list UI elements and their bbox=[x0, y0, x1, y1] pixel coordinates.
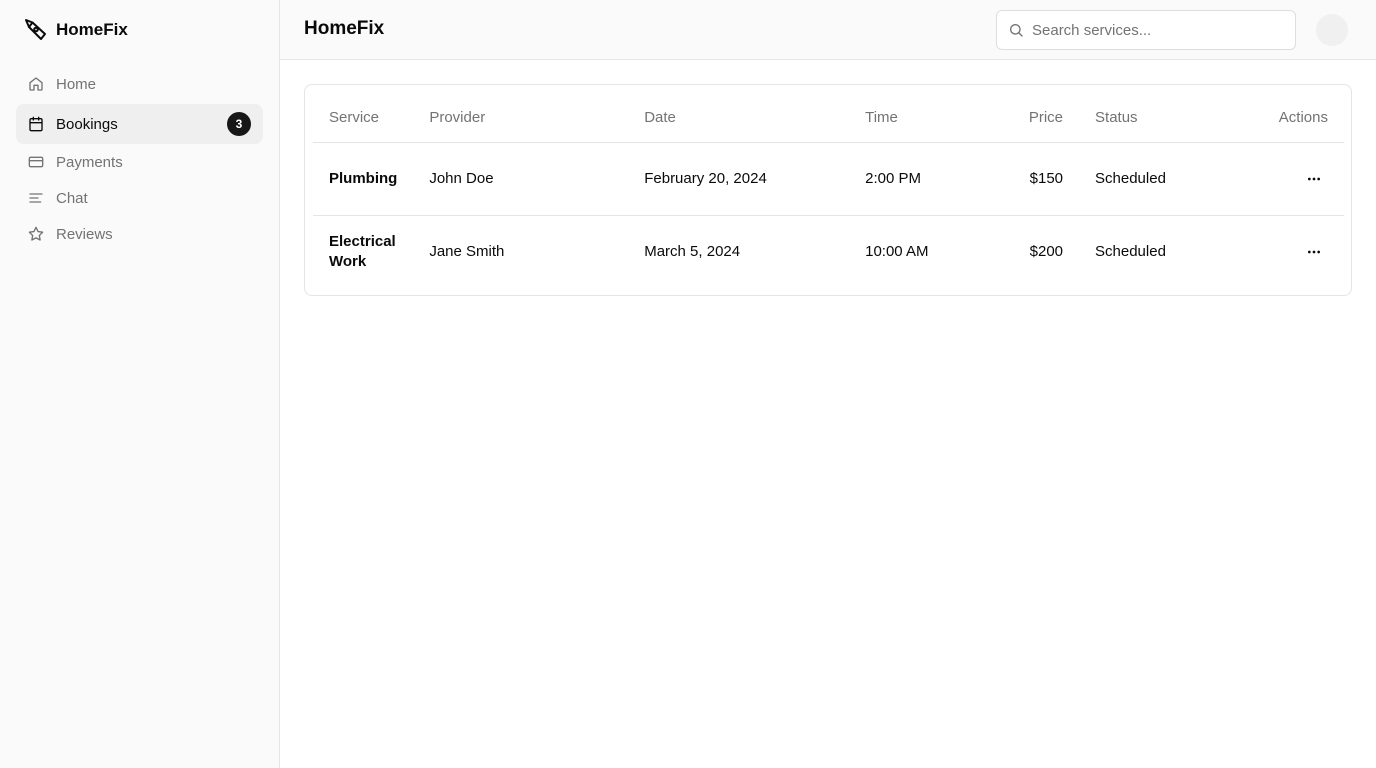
chat-lines-icon bbox=[28, 190, 44, 206]
calendar-icon bbox=[28, 116, 44, 132]
brand-name: HomeFix bbox=[56, 20, 128, 39]
sidebar-item-label: Home bbox=[56, 75, 97, 93]
search-icon bbox=[1008, 22, 1024, 38]
sidebar-item-home[interactable]: Home bbox=[16, 66, 263, 102]
cell-price: $200 bbox=[1029, 243, 1064, 261]
star-icon bbox=[28, 226, 44, 242]
bookings-count-badge: 3 bbox=[227, 112, 251, 136]
table-header-row: Service Provider Date Time Price Status … bbox=[313, 93, 1344, 143]
homefix-logo-icon bbox=[24, 18, 48, 42]
table-row[interactable]: Plumbing John Doe February 20, 2024 2:00… bbox=[313, 142, 1344, 216]
column-header-service[interactable]: Service bbox=[313, 93, 414, 143]
brand[interactable]: HomeFix bbox=[24, 17, 128, 43]
sidebar-item-label: Bookings bbox=[56, 115, 118, 133]
top-header: HomeFix bbox=[280, 0, 1376, 60]
sidebar-item-label: Payments bbox=[56, 153, 123, 171]
column-header-date[interactable]: Date bbox=[628, 93, 850, 143]
column-header-price[interactable]: Price bbox=[969, 93, 1080, 143]
sidebar-item-reviews[interactable]: Reviews bbox=[16, 216, 263, 252]
cell-price: $150 bbox=[969, 142, 1080, 216]
sidebar-item-label: Chat bbox=[56, 189, 88, 207]
table-row[interactable]: Electrical Work Jane Smith March 5, 2024… bbox=[313, 215, 1344, 288]
cell-provider: John Doe bbox=[413, 142, 629, 216]
column-header-time[interactable]: Time bbox=[849, 93, 970, 143]
more-horizontal-icon bbox=[1308, 250, 1320, 254]
avatar[interactable] bbox=[1316, 14, 1348, 46]
search-box[interactable] bbox=[996, 10, 1296, 50]
home-icon bbox=[28, 76, 44, 92]
cell-date: March 5, 2024 bbox=[644, 243, 741, 261]
credit-card-icon bbox=[28, 154, 44, 170]
more-horizontal-icon bbox=[1308, 177, 1320, 180]
row-actions-button[interactable] bbox=[1300, 165, 1328, 193]
cell-service: Electrical Work bbox=[329, 232, 396, 270]
cell-status: Scheduled bbox=[1079, 142, 1229, 216]
sidebar-item-chat[interactable]: Chat bbox=[16, 180, 263, 216]
search-input[interactable] bbox=[1032, 21, 1282, 39]
cell-date: February 20, 2024 bbox=[628, 142, 850, 216]
cell-actions bbox=[1229, 215, 1344, 288]
sidebar-item-label: Reviews bbox=[56, 225, 113, 243]
cell-service: Plumbing bbox=[313, 142, 414, 216]
cell-time: 2:00 PM bbox=[849, 142, 970, 216]
sidebar-nav: Home Bookings 3 Payments Chat Reviews bbox=[16, 66, 263, 252]
column-header-provider[interactable]: Provider bbox=[413, 93, 629, 143]
cell-actions bbox=[1228, 142, 1344, 216]
bookings-table: Service Provider Date Time Price Status … bbox=[313, 93, 1344, 288]
bookings-card: Service Provider Date Time Price Status … bbox=[304, 84, 1352, 296]
row-actions-button[interactable] bbox=[1300, 238, 1328, 266]
column-header-status[interactable]: Status bbox=[1079, 93, 1229, 143]
page-title: HomeFix bbox=[304, 18, 385, 39]
column-header-actions: Actions bbox=[1228, 93, 1344, 143]
sidebar-item-bookings[interactable]: Bookings 3 bbox=[16, 104, 263, 144]
cell-provider: Jane Smith bbox=[429, 243, 505, 261]
cell-status: Scheduled bbox=[1095, 243, 1166, 261]
sidebar: HomeFix Home Bookings 3 Payments Chat Re… bbox=[0, 0, 280, 768]
cell-time: 10:00 AM bbox=[865, 243, 929, 261]
sidebar-item-payments[interactable]: Payments bbox=[16, 144, 263, 180]
